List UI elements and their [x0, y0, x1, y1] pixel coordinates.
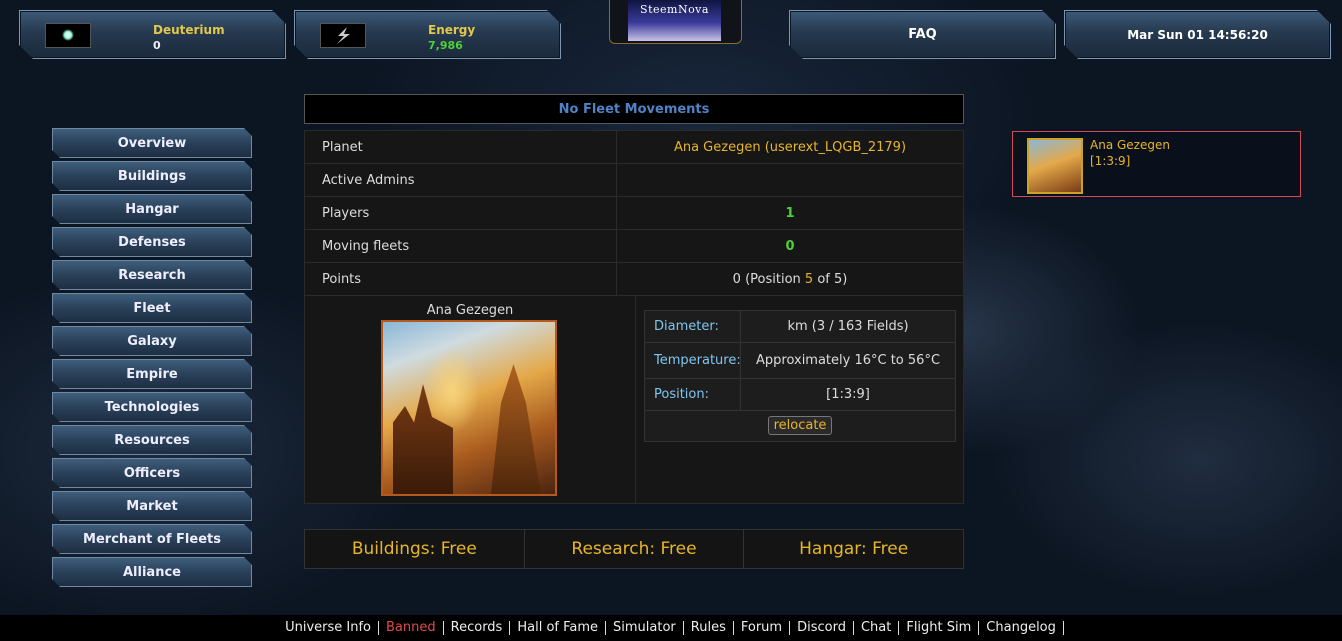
research-queue[interactable]: Research: Free [525, 530, 745, 568]
table-row: Temperature: Approximately 16°C to 56°C [645, 343, 955, 379]
position-value[interactable]: [1:3:9] [740, 379, 955, 410]
deuterium-panel: Deuterium 0 [19, 10, 286, 59]
energy-label: Energy [428, 23, 476, 37]
table-row: Position: [1:3:9] [645, 379, 955, 411]
planet-list: Ana Gezegen [1:3:9] [1012, 131, 1301, 197]
deuterium-value: 0 [153, 39, 161, 52]
planet-list-coords[interactable]: [1:3:9] [1090, 154, 1130, 168]
planet-rename-link[interactable]: Ana Gezegen (userext_LQGB_2179) [617, 140, 963, 155]
planet-name: Ana Gezegen [426, 303, 514, 318]
planet-label: Planet [305, 131, 617, 163]
table-row: Moving fleets 0 [305, 230, 963, 263]
fleet-status-text: No Fleet Movements [558, 101, 710, 117]
footer-link-chat[interactable]: Chat [854, 621, 900, 635]
moving-fleets-value: 0 [785, 238, 795, 254]
footer-link-hall-of-fame[interactable]: Hall of Fame [510, 621, 607, 635]
fleet-movements-bar: No Fleet Movements [304, 94, 964, 124]
temperature-label: Temperature: [654, 353, 741, 368]
relocate-row: relocate [645, 411, 955, 441]
footer-link-universe-info[interactable]: Universe Info [278, 621, 380, 635]
queue-status-bar: Buildings: Free Research: Free Hangar: F… [304, 529, 964, 569]
players-label: Players [305, 197, 617, 229]
planet-image [381, 320, 557, 496]
footer-link-discord[interactable]: Discord [790, 621, 854, 635]
overview-table: Planet Ana Gezegen (userext_LQGB_2179) A… [304, 130, 964, 504]
points-prefix: 0 (Position [732, 271, 805, 287]
table-row: Points 0 (Position 5 of 5) [305, 263, 963, 296]
planet-section: Ana Gezegen Diameter: km (3 / 163 Fields… [305, 296, 963, 503]
relocate-button[interactable]: relocate [767, 416, 833, 435]
menu-item-empire[interactable]: Empire [52, 359, 252, 389]
points-value: 0 (Position 5 of 5) [617, 272, 963, 287]
planet-list-name[interactable]: Ana Gezegen [1090, 138, 1170, 152]
points-label: Points [305, 263, 617, 295]
faq-link[interactable]: FAQ [790, 11, 1055, 58]
footer-link-simulator[interactable]: Simulator [606, 621, 684, 635]
menu-item-hangar[interactable]: Hangar [52, 194, 252, 224]
menu-item-alliance[interactable]: Alliance [52, 557, 252, 587]
footer-link-forum[interactable]: Forum [734, 621, 791, 635]
footer-link-records[interactable]: Records [444, 621, 511, 635]
logo[interactable]: SteemNova [609, 0, 742, 44]
clock-panel: Mar Sun 01 14:56:20 [1064, 10, 1331, 59]
footer-link-rules[interactable]: Rules [684, 621, 734, 635]
table-row: Players 1 [305, 197, 963, 230]
menu-item-galaxy[interactable]: Galaxy [52, 326, 252, 356]
planet-thumbnail[interactable] [1027, 138, 1083, 194]
energy-panel: Energy 7,986 [294, 10, 561, 59]
table-row: Active Admins [305, 164, 963, 197]
planet-image-cell: Ana Gezegen [305, 296, 636, 503]
menu-item-buildings[interactable]: Buildings [52, 161, 252, 191]
temperature-value: Approximately 16°C to 56°C [740, 343, 955, 378]
diameter-label: Diameter: [654, 319, 719, 334]
energy-value: 7,986 [428, 39, 463, 52]
deuterium-label: Deuterium [153, 23, 225, 37]
diameter-value: km (3 / 163 Fields) [740, 311, 955, 342]
table-row: Diameter: km (3 / 163 Fields) [645, 311, 955, 343]
points-suffix: of 5) [813, 271, 848, 287]
hangar-queue[interactable]: Hangar: Free [744, 530, 963, 568]
planet-details-cell: Diameter: km (3 / 163 Fields) Temperatur… [636, 296, 963, 503]
menu-item-research[interactable]: Research [52, 260, 252, 290]
menu-item-officers[interactable]: Officers [52, 458, 252, 488]
table-row: Planet Ana Gezegen (userext_LQGB_2179) [305, 131, 963, 164]
players-value: 1 [785, 205, 795, 221]
menu-item-defenses[interactable]: Defenses [52, 227, 252, 257]
position-label: Position: [654, 387, 709, 402]
energy-icon [320, 23, 366, 48]
active-admins-label: Active Admins [305, 164, 617, 196]
moving-fleets-label: Moving fleets [305, 230, 617, 262]
buildings-queue[interactable]: Buildings: Free [305, 530, 525, 568]
menu-item-market[interactable]: Market [52, 491, 252, 521]
logo-text: SteemNova [628, 0, 721, 41]
planet-details: Diameter: km (3 / 163 Fields) Temperatur… [644, 310, 956, 442]
menu-item-technologies[interactable]: Technologies [52, 392, 252, 422]
faq-panel[interactable]: FAQ [789, 10, 1056, 59]
menu-item-fleet[interactable]: Fleet [52, 293, 252, 323]
points-rank[interactable]: 5 [805, 272, 813, 287]
menu-item-overview[interactable]: Overview [52, 128, 252, 158]
footer-link-changelog[interactable]: Changelog [979, 621, 1064, 635]
server-datetime: Mar Sun 01 14:56:20 [1127, 27, 1268, 42]
footer-link-flight-sim[interactable]: Flight Sim [899, 621, 980, 635]
deuterium-icon [45, 23, 91, 48]
menu-item-resources[interactable]: Resources [52, 425, 252, 455]
footer-link-banned[interactable]: Banned [379, 621, 444, 635]
footer-nav: Universe Info Banned Records Hall of Fam… [0, 615, 1342, 641]
menu-item-merchant-of-fleets[interactable]: Merchant of Fleets [52, 524, 252, 554]
